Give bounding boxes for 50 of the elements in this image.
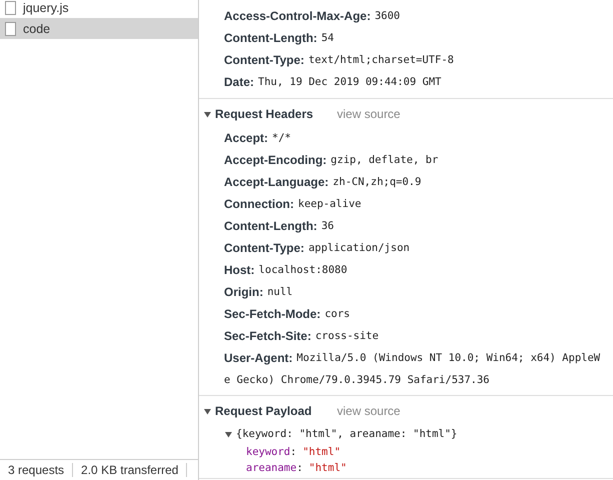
request-count: 3 requests [0, 463, 74, 477]
header-value: Thu, 19 Dec 2019 09:44:09 GMT [258, 76, 442, 88]
header-name: Origin: [224, 285, 264, 299]
header-value: */* [272, 132, 291, 144]
header-value: keep-alive [298, 198, 362, 210]
header-name: Content-Length: [224, 31, 318, 45]
header-name: Sec-Fetch-Site: [224, 329, 312, 343]
file-icon [5, 22, 16, 36]
header-name: Host: [224, 263, 255, 277]
header-name: Date: [224, 75, 254, 89]
key-separator: : [296, 462, 303, 474]
header-name: Connection: [224, 197, 294, 211]
property-value: "html" [308, 462, 347, 474]
header-value: Mozilla/5.0 (Windows NT 10.0; Win64; x64) AppleW [296, 352, 600, 364]
payload-summary: {keyword: "html", areaname: "html"} [236, 428, 458, 440]
header-name: Sec-Fetch-Mode: [224, 307, 321, 321]
header-value: zh-CN,zh;q=0.9 [332, 176, 422, 188]
header-value: null [267, 286, 293, 298]
transfer-size: 2.0 KB transferred [73, 463, 188, 477]
section-title[interactable]: Request Headers [215, 107, 337, 121]
header-value: 3600 [374, 10, 400, 22]
header-value: localhost:8080 [258, 264, 348, 276]
expand-triangle-icon[interactable] [204, 408, 211, 414]
section-title[interactable]: Request Payload [215, 404, 337, 418]
property-value: "html" [302, 446, 341, 458]
header-value: cross-site [315, 330, 379, 342]
header-name: Access-Control-Max-Age: [224, 9, 371, 23]
header-value: cors [324, 308, 350, 320]
header-value: gzip, deflate, br [330, 154, 438, 166]
header-value: e Gecko) Chrome/79.0.3945.79 Safari/537.36 [224, 374, 490, 386]
header-name: Content-Type: [224, 53, 304, 67]
header-name: Content-Type: [224, 241, 304, 255]
view-source-link[interactable]: view source [337, 107, 400, 121]
expand-triangle-icon[interactable] [225, 430, 232, 438]
header-value: text/html;charset=UTF-8 [308, 54, 454, 66]
key-separator: : [290, 446, 297, 458]
expand-triangle-icon[interactable] [204, 110, 211, 118]
header-value: application/json [308, 242, 410, 254]
property-key: areaname [246, 462, 297, 474]
header-name: Accept-Language: [224, 175, 329, 189]
header-value: 54 [321, 32, 334, 44]
header-name: Accept-Encoding: [224, 153, 327, 167]
file-list-item[interactable]: code [0, 18, 198, 39]
header-value: 36 [321, 220, 334, 232]
view-source-link[interactable]: view source [337, 404, 400, 418]
property-key: keyword [246, 446, 290, 458]
file-list-item[interactable]: jquery.js [0, 0, 198, 18]
header-name: Content-Length: [224, 219, 318, 233]
header-name: User-Agent: [224, 351, 293, 365]
header-name: Accept: [224, 131, 268, 145]
